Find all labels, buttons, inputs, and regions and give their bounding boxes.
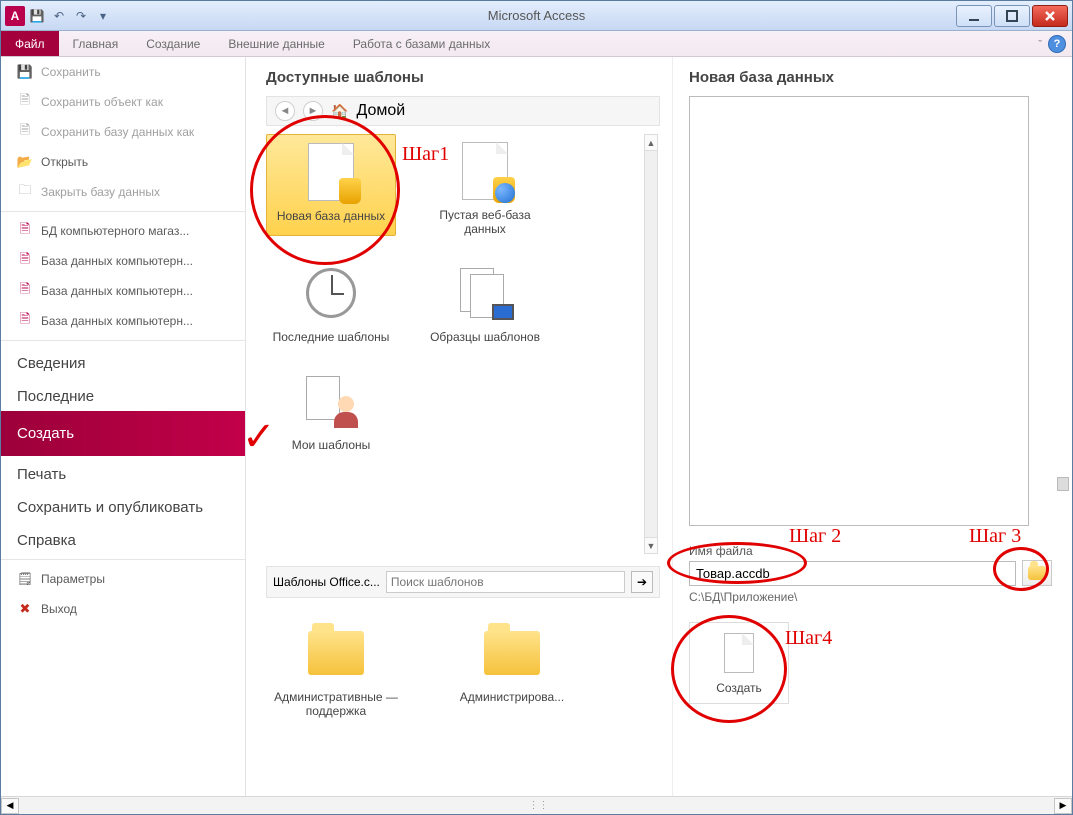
scroll-left-icon[interactable]: ◀	[1, 798, 19, 814]
sidebar-save-publish[interactable]: Сохранить и опубликовать	[1, 489, 245, 522]
qat-save-button[interactable]: 💾	[27, 6, 47, 26]
nav-back-button[interactable]: ◄	[275, 101, 295, 121]
sidebar-open[interactable]: 📂Открыть	[1, 147, 245, 177]
template-new-db[interactable]: Новая база данных	[266, 134, 396, 236]
tab-dbtools[interactable]: Работа с базами данных	[339, 31, 504, 56]
maximize-button[interactable]	[994, 5, 1030, 27]
minimize-button[interactable]	[956, 5, 992, 27]
close-button[interactable]	[1032, 5, 1068, 27]
close-db-icon: 🗀	[17, 184, 33, 200]
annotation-check: ✓	[246, 413, 276, 460]
exit-icon: ✖	[17, 601, 33, 617]
sidebar-print[interactable]: Печать	[1, 456, 245, 489]
sidebar-create[interactable]: Создать	[1, 411, 245, 456]
create-db-button[interactable]: Создать	[689, 622, 789, 704]
access-file-icon: 🗎	[17, 283, 33, 299]
right-scrollbar[interactable]	[1056, 57, 1070, 796]
collapse-ribbon-icon[interactable]: ˇ	[1038, 39, 1042, 51]
filename-input[interactable]	[689, 561, 1016, 586]
scroll-up-icon[interactable]: ▲	[645, 135, 657, 151]
scroll-down-icon[interactable]: ▼	[645, 537, 657, 553]
save-db-icon: 🗎	[17, 124, 33, 140]
tab-create[interactable]: Создание	[132, 31, 214, 56]
app-icon: A	[5, 6, 25, 26]
folder-icon	[1028, 566, 1046, 580]
title-bar: A 💾 ↶ ↷ ▾ Microsoft Access	[1, 1, 1072, 31]
new-doc-icon	[724, 633, 754, 673]
horizontal-scrollbar[interactable]: ◀ ⋮⋮ ▶	[1, 796, 1072, 814]
qat-more-button[interactable]: ▾	[93, 6, 113, 26]
folder-admin-support[interactable]: Административные — поддержка	[266, 616, 406, 718]
access-file-icon: 🗎	[17, 253, 33, 269]
search-go-button[interactable]: ➔	[631, 571, 653, 593]
annotation-step4-label: Шаг4	[785, 627, 832, 650]
templates-panel: Доступные шаблоны ◄ ► 🏠 Домой Новая база…	[246, 57, 672, 796]
breadcrumb-home[interactable]: Домой	[356, 102, 405, 120]
folder-icon	[484, 631, 540, 675]
folder-administration[interactable]: Администрирова...	[442, 616, 582, 718]
sidebar-save-object[interactable]: 🗎Сохранить объект как	[1, 87, 245, 117]
sidebar-close-db[interactable]: 🗀Закрыть базу данных	[1, 177, 245, 207]
web-db-icon	[462, 142, 508, 200]
sidebar-help[interactable]: Справка	[1, 522, 245, 555]
sidebar-exit[interactable]: ✖Выход	[1, 594, 245, 624]
filename-label: Имя файла	[689, 544, 1052, 558]
folder-icon	[308, 631, 364, 675]
sidebar-info[interactable]: Сведения	[1, 345, 245, 378]
ribbon: Файл Главная Создание Внешние данные Раб…	[1, 31, 1072, 57]
template-mine[interactable]: Мои шаблоны	[266, 364, 396, 452]
sidebar-save[interactable]: 💾Сохранить	[1, 57, 245, 87]
save-object-icon: 🗎	[17, 94, 33, 110]
sidebar-options[interactable]: 🗒Параметры	[1, 564, 245, 594]
search-templates-input[interactable]	[386, 571, 625, 593]
blank-db-icon	[308, 143, 354, 201]
nav-fwd-button[interactable]: ►	[303, 101, 323, 121]
tab-file[interactable]: Файл	[1, 31, 59, 56]
window-title: Microsoft Access	[488, 8, 586, 23]
options-icon: 🗒	[17, 571, 33, 587]
sidebar-recent[interactable]: Последние	[1, 378, 245, 411]
sample-templates-icon	[460, 268, 510, 318]
qat-redo-button[interactable]: ↷	[71, 6, 91, 26]
sidebar-save-db[interactable]: 🗎Сохранить базу данных как	[1, 117, 245, 147]
home-icon: 🏠	[331, 103, 348, 120]
tab-home[interactable]: Главная	[59, 31, 133, 56]
template-samples[interactable]: Образцы шаблонов	[420, 256, 550, 344]
access-file-icon: 🗎	[17, 223, 33, 239]
template-preview	[689, 96, 1029, 526]
new-db-panel: Новая база данных Имя файла C:\БД\Прилож…	[672, 57, 1072, 796]
recent-file-0[interactable]: 🗎БД компьютерного магаз...	[1, 216, 245, 246]
recent-file-2[interactable]: 🗎База данных компьютерн...	[1, 276, 245, 306]
office-templates-row: Шаблоны Office.c... ➔	[266, 566, 660, 598]
scroll-handle-icon[interactable]: ⋮⋮	[529, 800, 545, 811]
backstage-sidebar: 💾Сохранить 🗎Сохранить объект как 🗎Сохран…	[1, 57, 246, 796]
access-file-icon: 🗎	[17, 313, 33, 329]
recent-templates-icon	[306, 268, 356, 318]
new-db-title: Новая база данных	[689, 69, 1052, 86]
recent-file-1[interactable]: 🗎База данных компьютерн...	[1, 246, 245, 276]
template-recent[interactable]: Последние шаблоны	[266, 256, 396, 344]
template-web-db[interactable]: Пустая веб-база данных	[420, 134, 550, 236]
browse-folder-button[interactable]	[1022, 560, 1052, 586]
tab-external[interactable]: Внешние данные	[214, 31, 339, 56]
scroll-right-icon[interactable]: ▶	[1054, 798, 1072, 814]
breadcrumb: ◄ ► 🏠 Домой	[266, 96, 660, 126]
office-label: Шаблоны Office.c...	[273, 575, 380, 589]
qat-undo-button[interactable]: ↶	[49, 6, 69, 26]
save-icon: 💾	[17, 64, 33, 80]
help-button[interactable]: ?	[1048, 35, 1066, 53]
my-templates-icon	[306, 376, 356, 426]
templates-scrollbar[interactable]: ▲ ▼	[644, 134, 658, 554]
recent-file-3[interactable]: 🗎База данных компьютерн...	[1, 306, 245, 336]
templates-title: Доступные шаблоны	[266, 69, 660, 86]
open-icon: 📂	[17, 154, 33, 170]
file-path: C:\БД\Приложение\	[689, 590, 1052, 604]
